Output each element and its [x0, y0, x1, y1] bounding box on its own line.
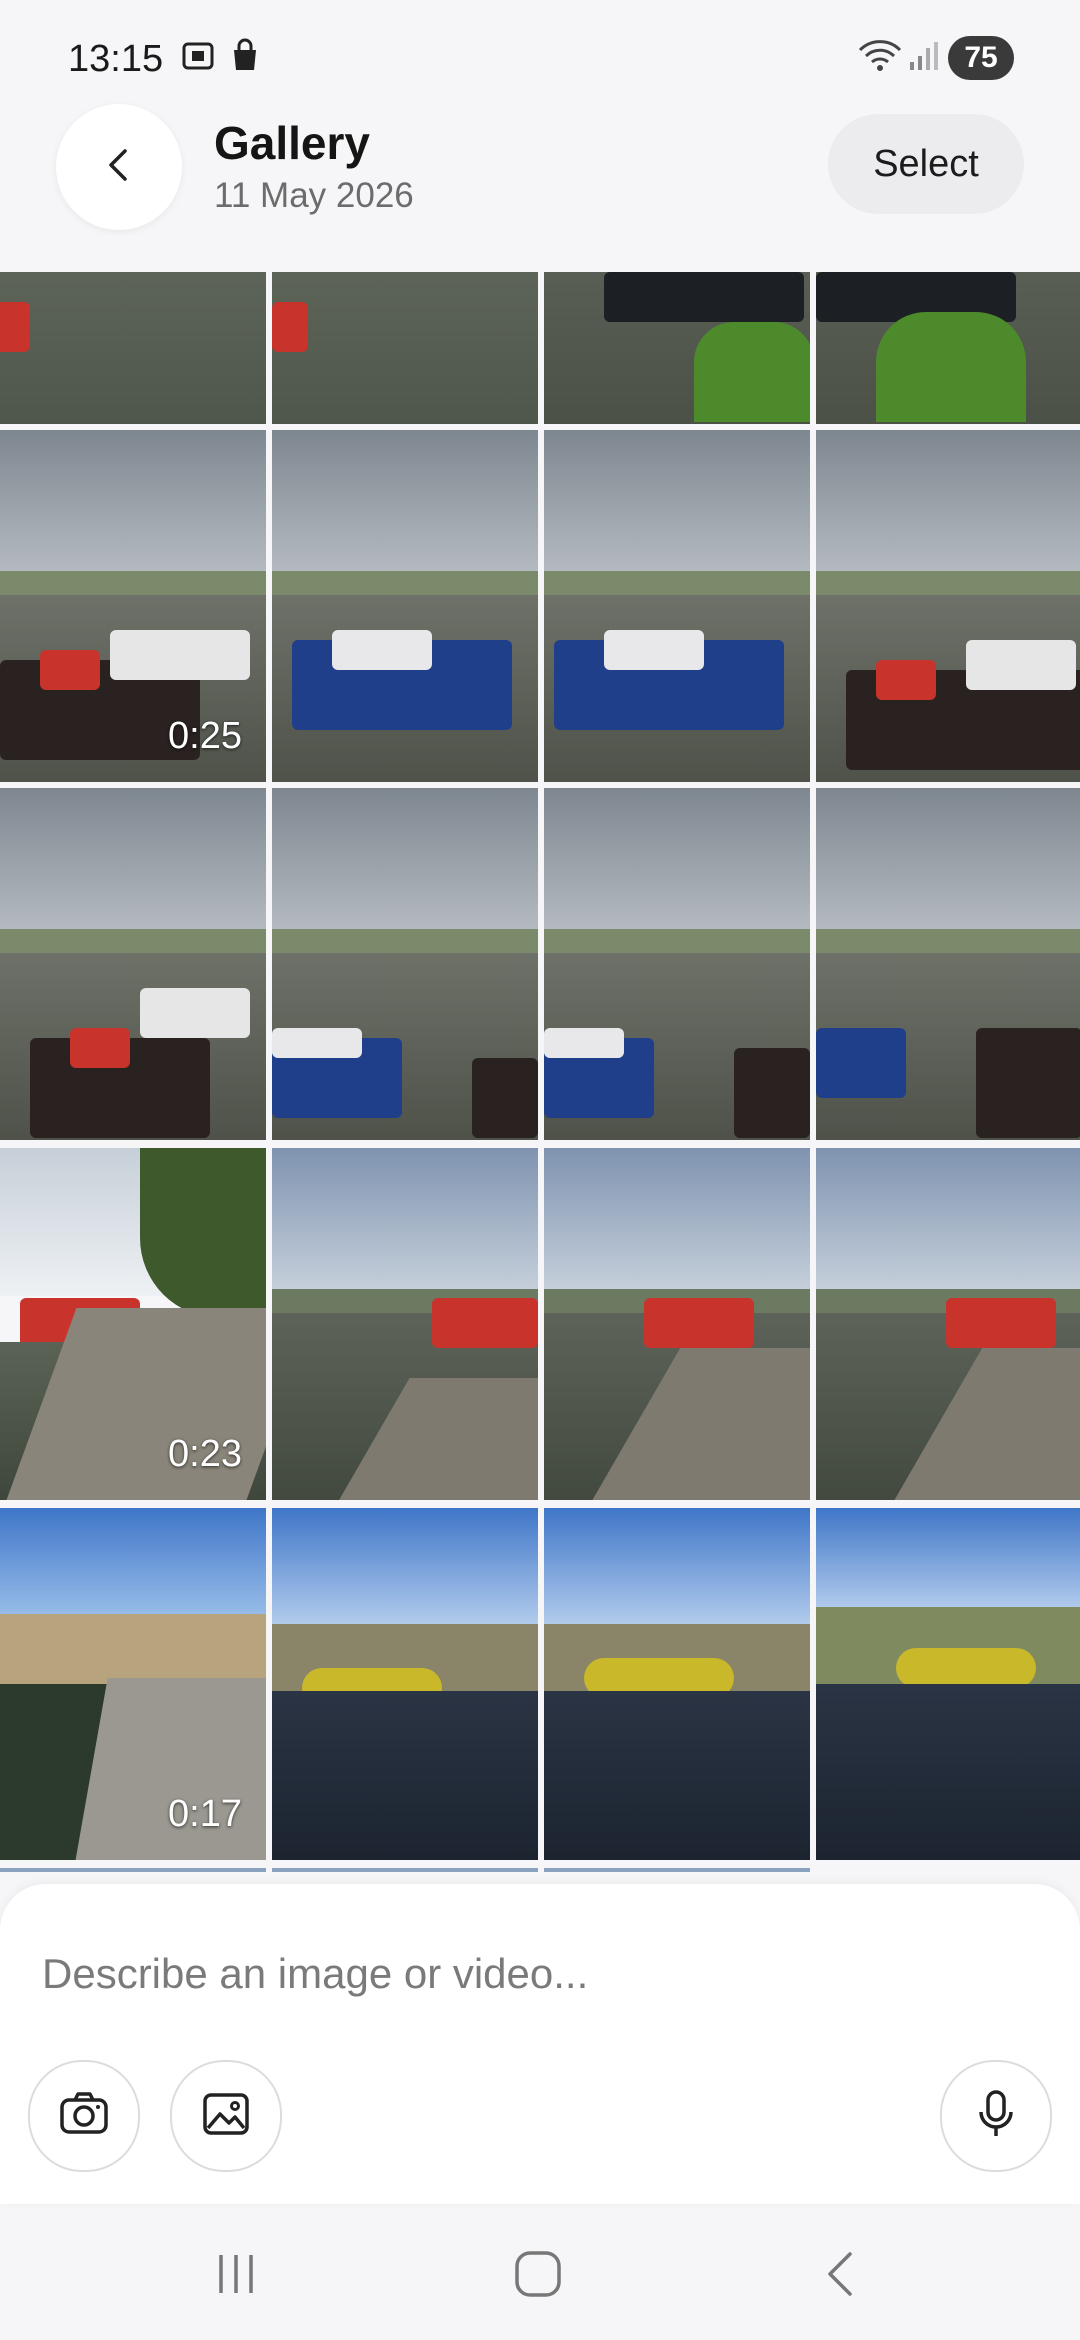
photo-thumbnail[interactable]	[272, 272, 538, 424]
page-title: Gallery	[214, 117, 370, 169]
photo-grid[interactable]: 0:25 0:23 0:17	[0, 272, 1080, 1872]
photo-thumbnail[interactable]	[544, 272, 810, 424]
wifi-icon	[856, 38, 904, 79]
microphone-icon	[970, 2086, 1022, 2147]
photo-thumbnail[interactable]	[544, 1508, 810, 1860]
video-thumbnail[interactable]: 0:23	[0, 1148, 266, 1500]
chevron-left-icon	[99, 145, 139, 190]
battery-indicator: 75	[948, 36, 1014, 80]
system-nav-bar	[0, 2210, 1080, 2340]
photo-thumbnail[interactable]	[272, 1148, 538, 1500]
nav-back-button[interactable]	[790, 2246, 890, 2306]
photo-thumbnail[interactable]	[816, 430, 1080, 782]
photo-thumbnail[interactable]	[0, 788, 266, 1140]
video-duration: 0:23	[168, 1433, 242, 1475]
photo-thumbnail[interactable]	[544, 1148, 810, 1500]
describe-composer	[0, 1884, 1080, 2204]
home-icon	[512, 2248, 564, 2305]
photo-thumbnail[interactable]	[272, 430, 538, 782]
photo-thumbnail[interactable]	[544, 1868, 810, 1872]
photo-thumbnail[interactable]	[0, 272, 266, 424]
recent-apps-button[interactable]	[186, 2246, 286, 2306]
select-button[interactable]: Select	[828, 114, 1024, 214]
app-header: Gallery 11 May 2026 Select	[0, 100, 1080, 270]
photo-thumbnail[interactable]	[272, 1508, 538, 1860]
back-icon	[820, 2248, 860, 2305]
photo-thumbnail[interactable]	[816, 272, 1080, 424]
photo-thumbnail[interactable]	[0, 1868, 266, 1872]
camera-icon	[56, 2086, 112, 2147]
screenshot-icon	[180, 38, 216, 79]
video-duration: 0:17	[168, 1793, 242, 1835]
video-thumbnail[interactable]: 0:25	[0, 430, 266, 782]
bag-icon	[228, 38, 262, 79]
recent-apps-icon	[211, 2249, 261, 2304]
camera-button[interactable]	[28, 2060, 140, 2172]
photo-thumbnail[interactable]	[816, 1508, 1080, 1860]
video-duration: 0:25	[168, 715, 242, 757]
image-icon	[198, 2086, 254, 2147]
photo-thumbnail[interactable]	[272, 1868, 538, 1872]
describe-input[interactable]	[40, 1928, 1044, 2020]
video-thumbnail[interactable]: 0:17	[0, 1508, 266, 1860]
signal-icon	[908, 38, 938, 79]
photo-thumbnail[interactable]	[816, 1148, 1080, 1500]
microphone-button[interactable]	[940, 2060, 1052, 2172]
back-button[interactable]	[56, 104, 182, 230]
photo-thumbnail[interactable]	[544, 788, 810, 1140]
gallery-button[interactable]	[170, 2060, 282, 2172]
photo-thumbnail[interactable]	[544, 430, 810, 782]
status-time: 13:15	[68, 38, 164, 80]
photo-thumbnail[interactable]	[272, 788, 538, 1140]
page-date: 11 May 2026	[214, 176, 414, 215]
photo-thumbnail[interactable]	[816, 788, 1080, 1140]
home-button[interactable]	[488, 2246, 588, 2306]
